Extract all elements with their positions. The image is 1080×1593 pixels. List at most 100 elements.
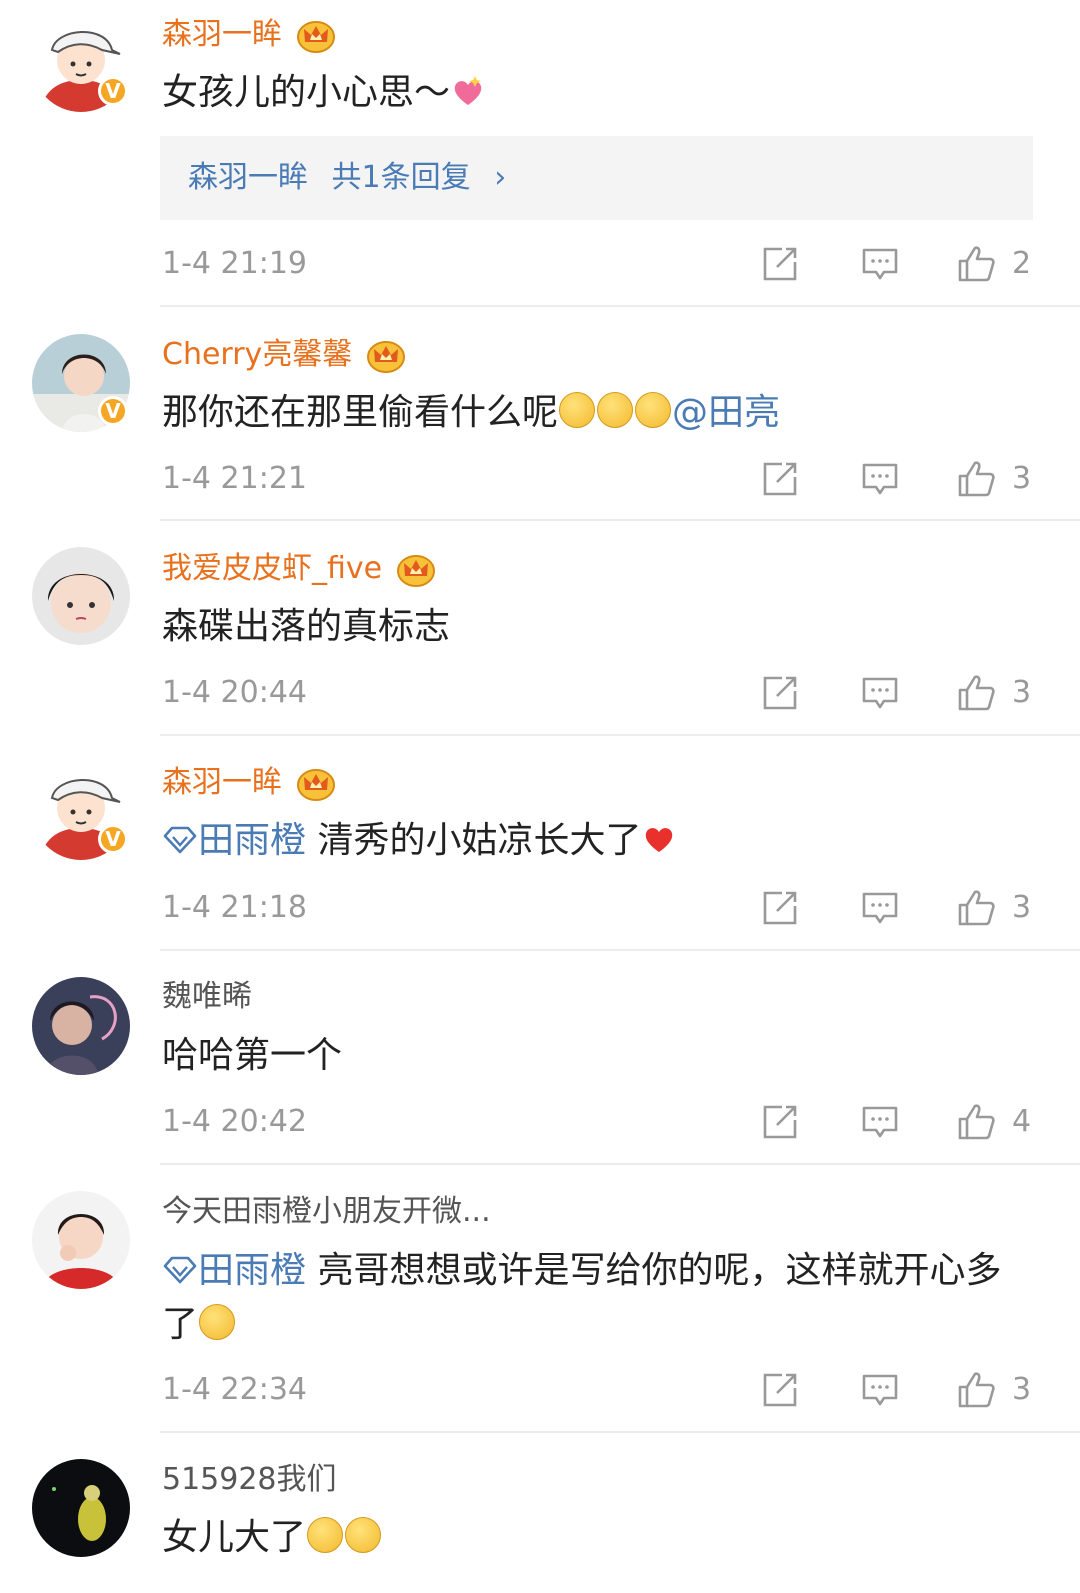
username-label: Cherry亮馨馨 xyxy=(162,337,353,372)
username[interactable]: 今天田雨橙小朋友开微... xyxy=(162,1194,491,1230)
comment-actions xyxy=(760,673,1036,713)
username-label: 森羽一眸 xyxy=(162,17,282,52)
comment-icon[interactable] xyxy=(860,888,900,928)
avatar[interactable] xyxy=(32,547,130,645)
divider xyxy=(160,519,1080,521)
comment-actions xyxy=(760,459,1036,499)
share-icon[interactable] xyxy=(760,888,800,928)
avatar[interactable] xyxy=(32,977,130,1075)
comment-icon[interactable] xyxy=(860,1370,900,1410)
divider xyxy=(160,1431,1080,1433)
diamond-topic-icon xyxy=(162,825,198,855)
timestamp: 1-4 20:42 xyxy=(162,1104,307,1139)
crown-vip-icon xyxy=(296,764,336,802)
username[interactable]: 我爱皮皮虾_five xyxy=(162,550,436,588)
comment-actions xyxy=(760,888,1036,928)
avatar[interactable]: V xyxy=(32,334,130,432)
username[interactable]: 魏唯晞 xyxy=(162,979,252,1015)
red-heart-emoji-icon xyxy=(642,822,676,856)
avatar[interactable]: V xyxy=(32,14,130,112)
avatar[interactable] xyxy=(32,1459,130,1557)
comment-text: 女儿大了 xyxy=(162,1511,1032,1565)
share-icon[interactable] xyxy=(760,1102,800,1142)
thumbs-up-icon[interactable] xyxy=(956,1102,996,1142)
comment-icon[interactable] xyxy=(860,1102,900,1142)
crown-vip-icon xyxy=(296,16,336,54)
divider xyxy=(160,949,1080,951)
mention-link[interactable]: @田亮 xyxy=(672,392,780,433)
comment-body: 哈哈第一个 xyxy=(162,1035,343,1076)
embarrassed-emoji-icon xyxy=(345,1517,382,1553)
comment-body: 森碟出落的真标志 xyxy=(162,606,451,647)
thumbs-up-icon[interactable] xyxy=(956,244,996,284)
like-count: 3 xyxy=(1012,1372,1032,1407)
username-label: 今天田雨橙小朋友开微... xyxy=(162,1194,491,1229)
reply-author: 森羽一眸 xyxy=(188,160,308,195)
like-count: 3 xyxy=(1012,675,1032,710)
comment-text: 田雨橙 清秀的小姑凉长大了 xyxy=(162,814,1032,868)
comment-body: 女孩儿的小心思～ xyxy=(162,72,451,113)
thinking-emoji-icon xyxy=(559,392,596,428)
timestamp: 1-4 21:21 xyxy=(162,461,307,496)
chevron-right-icon: › xyxy=(494,160,507,195)
verified-badge: V xyxy=(98,824,128,854)
thumbs-up-icon[interactable] xyxy=(956,1370,996,1410)
like-count: 3 xyxy=(1012,461,1032,496)
comment-body: 那你还在那里偷看什么呢 xyxy=(162,392,559,433)
thumbs-up-icon[interactable] xyxy=(956,673,996,713)
comment-actions xyxy=(760,244,1036,284)
mention-link[interactable]: 田雨橙 xyxy=(198,820,306,861)
comment-text: 女孩儿的小心思～ xyxy=(162,66,1032,120)
like-count: 4 xyxy=(1012,1104,1032,1139)
timestamp: 1-4 21:19 xyxy=(162,246,307,281)
username-label: 森羽一眸 xyxy=(162,765,282,800)
crown-vip-icon xyxy=(366,336,406,374)
username[interactable]: 515928我们 xyxy=(162,1462,337,1498)
divider xyxy=(160,305,1080,307)
username-label: 魏唯晞 xyxy=(162,979,252,1014)
timestamp: 1-4 21:18 xyxy=(162,890,307,925)
thumbs-up-icon[interactable] xyxy=(956,459,996,499)
username[interactable]: Cherry亮馨馨 xyxy=(162,336,406,374)
diamond-topic-icon xyxy=(162,1255,198,1285)
comment-actions xyxy=(760,1102,1036,1142)
share-icon[interactable] xyxy=(760,459,800,499)
embarrassed-emoji-icon xyxy=(307,1517,344,1553)
reply-count: 共1条回复 xyxy=(331,160,471,195)
verified-badge: V xyxy=(98,76,128,106)
like-count: 3 xyxy=(1012,890,1032,925)
divider xyxy=(160,1163,1080,1165)
divider xyxy=(160,734,1080,736)
reply-thread-link[interactable]: 森羽一眸 共1条回复 › xyxy=(160,136,1033,220)
pink-heart-emoji-icon xyxy=(451,74,485,108)
timestamp: 1-4 22:34 xyxy=(162,1372,307,1407)
comment-icon[interactable] xyxy=(860,459,900,499)
comment-icon[interactable] xyxy=(860,673,900,713)
avatar[interactable] xyxy=(32,1191,130,1289)
comment-text: 哈哈第一个 xyxy=(162,1029,1032,1083)
username[interactable]: 森羽一眸 xyxy=(162,764,336,802)
thinking-emoji-icon xyxy=(597,392,634,428)
avatar[interactable]: V xyxy=(32,762,130,860)
share-icon[interactable] xyxy=(760,1370,800,1410)
avatar-photo-girl-image xyxy=(32,1191,130,1289)
username-label: 515928我们 xyxy=(162,1462,337,1497)
avatar-photo-woman-image xyxy=(32,977,130,1075)
avatar-photo-child-image xyxy=(32,547,130,645)
like-count: 2 xyxy=(1012,246,1032,281)
timestamp: 1-4 20:44 xyxy=(162,675,307,710)
thinking-emoji-icon xyxy=(635,392,672,428)
avatar-photo-night-image xyxy=(32,1459,130,1557)
share-icon[interactable] xyxy=(760,244,800,284)
share-icon[interactable] xyxy=(760,673,800,713)
comment-actions xyxy=(760,1370,1036,1410)
mention-link[interactable]: 田雨橙 xyxy=(198,1250,306,1291)
crown-vip-icon xyxy=(396,550,436,588)
thumbs-up-icon[interactable] xyxy=(956,888,996,928)
comment-icon[interactable] xyxy=(860,244,900,284)
comment-body: 清秀的小姑凉长大了 xyxy=(306,820,642,861)
verified-badge: V xyxy=(98,396,128,426)
username[interactable]: 森羽一眸 xyxy=(162,16,336,54)
comment-text: 那你还在那里偷看什么呢 @田亮 xyxy=(162,386,1032,440)
comment-body: 女儿大了 xyxy=(162,1517,307,1558)
